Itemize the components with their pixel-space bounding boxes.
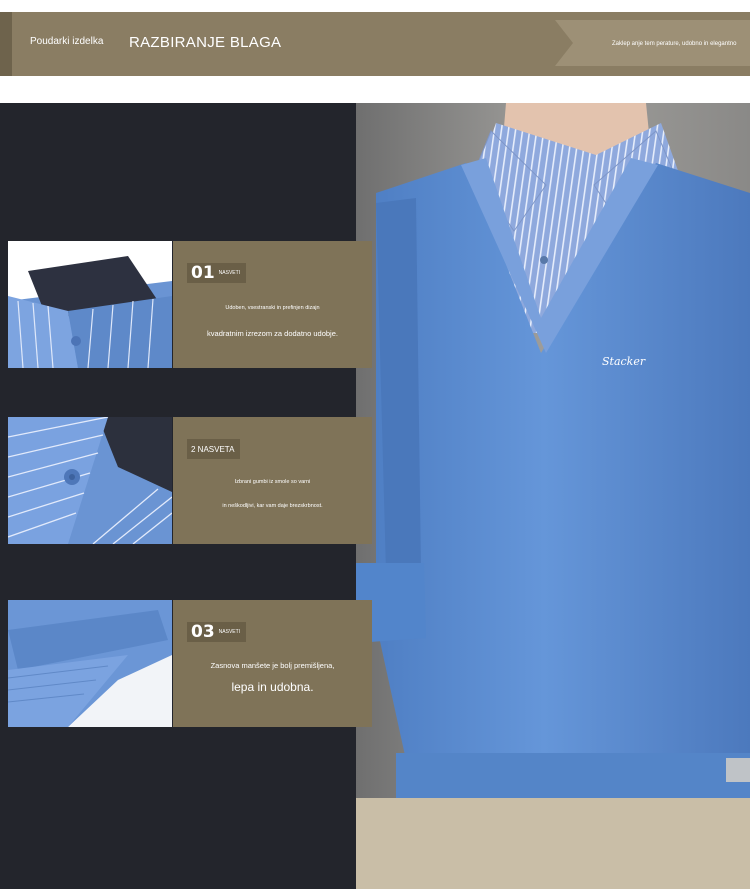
header-title: RAZBIRANJE BLAGA <box>129 34 282 51</box>
tip-badge-label-1: NASVETI <box>218 270 241 276</box>
tip-panel-1: 01 NASVETI Udoben, vsestranski in prefin… <box>173 241 372 368</box>
collar-illustration <box>8 241 172 368</box>
button-closeup-image <box>8 417 172 544</box>
tip-3-line-1: Zasnova manšete je bolj premišljena, <box>210 661 335 670</box>
tip-number-1: 01 <box>191 263 215 283</box>
tip-panel-2: 2 NASVETA Izbrani gumbi iz smole so varn… <box>173 417 372 544</box>
tip-badge-label-3: NASVETI <box>218 629 241 635</box>
tip-number-3: 03 <box>191 622 215 642</box>
collar-closeup-image <box>8 241 172 368</box>
tip-1-line-1: Udoben, vsestranski in prefinjen dizajn <box>225 305 320 311</box>
tip-panel-3: 03 NASVETI Zasnova manšete je bolj premi… <box>173 600 372 727</box>
tip-2-line-2: in neškodljivi, kar vam daje brezskrbnos… <box>222 503 323 509</box>
header-banner: Poudarki izdelka RAZBIRANJE BLAGA Zaklep… <box>0 12 750 76</box>
model-photo: Stacker <box>356 103 750 889</box>
header-note: Zaklep anje tem perature, udobno in eleg… <box>612 41 737 47</box>
model-illustration: Stacker <box>356 103 750 889</box>
tip-1-line-2: kvadratnim izrezom za dodatno udobje. <box>207 329 338 338</box>
tip-2-line-1: Izbrani gumbi iz smole so varni <box>234 479 311 485</box>
header-tag: Poudarki izdelka <box>30 36 104 47</box>
header-accent-bar <box>0 12 12 76</box>
product-showcase: Stacker 01 NASVETI Udoben, vsestranski i… <box>0 103 750 889</box>
tip-badge-label-2: 2 NASVETA <box>191 444 235 454</box>
tip-badge-1: 01 NASVETI <box>187 263 247 283</box>
tip-badge-2: 2 NASVETA <box>187 439 241 459</box>
cuff-illustration <box>8 600 172 727</box>
tip-badge-3: 03 NASVETI <box>187 622 247 642</box>
button-illustration <box>8 417 172 544</box>
tip-3-line-2: lepa in udobna. <box>231 680 314 694</box>
cuff-closeup-image <box>8 600 172 727</box>
sweater-logo: Stacker <box>602 355 646 368</box>
